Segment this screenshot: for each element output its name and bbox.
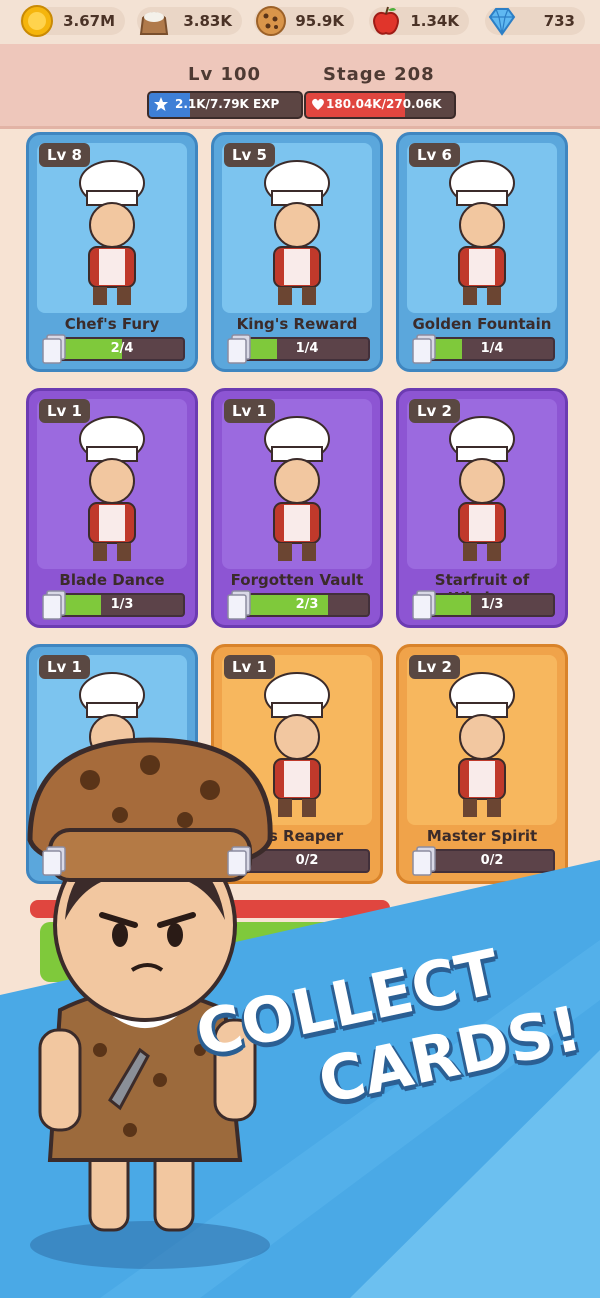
exp-text: 2.1K/7.79K EXP [175, 97, 280, 111]
skill-card[interactable]: Lv 2 Starfruit of Wisdom 1/3 [396, 388, 568, 628]
card-artwork [407, 143, 557, 313]
exp-bar: 2.1K/7.79K EXP [147, 91, 303, 119]
chef-illustration [79, 416, 145, 561]
card-level: Lv 1 [39, 655, 90, 679]
resource-apple[interactable]: 1.34K [369, 6, 469, 35]
card-stack-icon [227, 334, 251, 364]
chef-illustration [449, 160, 515, 305]
skill-card[interactable]: Lv 6 Golden Fountain 1/4 [396, 132, 568, 372]
card-progress-text: 1/4 [295, 341, 319, 356]
card-artwork [407, 655, 557, 825]
card-progress-bar: 1/4 [244, 337, 370, 361]
card-name: King's Reward [236, 315, 358, 333]
player-stats-panel: Lv 100 Stage 208 2.1K/7.79K EXP 180.04K/… [0, 44, 600, 129]
card-name: Forgotten Vault [230, 571, 364, 589]
hp-bar: 180.04K/270.06K [304, 91, 456, 119]
resource-gold[interactable]: 3.67M [20, 5, 125, 37]
card-level: Lv 5 [224, 143, 275, 167]
card-level: Lv 1 [39, 399, 90, 423]
card-progress-text: 1/4 [480, 341, 504, 356]
skill-card[interactable]: Lv 5 King's Reward 1/4 [211, 132, 383, 372]
stage-label: Stage 208 [323, 64, 435, 85]
card-stack-icon [42, 334, 66, 364]
card-level: Lv 1 [224, 399, 275, 423]
card-artwork [407, 399, 557, 569]
player-level: Lv 100 [188, 64, 262, 85]
card-artwork [222, 399, 372, 569]
card-level: Lv 8 [39, 143, 90, 167]
card-level: Lv 6 [409, 143, 460, 167]
card-name: Master Spirit [426, 827, 538, 845]
skill-card[interactable]: Lv 8 Chef's Fury 2/4 [26, 132, 198, 372]
card-progress-text: 1/3 [480, 597, 504, 612]
skill-card[interactable]: Lv 2 Master Spirit 0/2 [396, 644, 568, 884]
card-stack-icon [42, 590, 66, 620]
heart-icon [312, 98, 324, 110]
card-progress-bar: 0/2 [429, 849, 555, 873]
chef-illustration [79, 160, 145, 305]
card-stack-icon [412, 334, 436, 364]
card-stack-icon [412, 590, 436, 620]
card-artwork [37, 143, 187, 313]
card-progress-bar: 1/4 [429, 337, 555, 361]
star-icon [154, 97, 168, 111]
chef-illustration [449, 416, 515, 561]
skill-card[interactable]: Lv 1 Forgotten Vault 2/3 [211, 388, 383, 628]
apple-icon [373, 6, 399, 35]
card-stack-icon [227, 846, 251, 876]
card-progress-text: 2/3 [295, 597, 319, 612]
card-artwork [37, 399, 187, 569]
card-progress-bar: 1/3 [429, 593, 555, 617]
chef-illustration [264, 416, 330, 561]
card-artwork [222, 143, 372, 313]
diamond-icon [488, 8, 516, 36]
resource-flour[interactable]: 3.83K [137, 7, 242, 35]
card-progress-bar: 2/3 [244, 593, 370, 617]
card-progress-text: 0/2 [480, 853, 504, 868]
resource-value: 95.9K [295, 12, 344, 30]
card-name: Golden Fountain [412, 315, 552, 333]
gold-coin-icon [21, 5, 53, 37]
card-progress-bar: 2/4 [59, 337, 185, 361]
card-level: Lv 2 [409, 655, 460, 679]
card-name: Chef's Fury [64, 315, 160, 333]
hp-text: 180.04K/270.06K [326, 97, 442, 111]
card-stack-icon [227, 590, 251, 620]
card-progress-text: 2/4 [110, 341, 134, 356]
card-level: Lv 2 [409, 399, 460, 423]
resource-value: 1.34K [410, 12, 459, 30]
flour-sack-icon [139, 12, 169, 35]
skill-card[interactable]: Lv 1 Blade Dance 1/3 [26, 388, 198, 628]
resource-diamond[interactable]: 733 [485, 7, 585, 36]
card-name: Blade Dance [59, 571, 165, 589]
resource-cookie[interactable]: 95.9K [254, 6, 354, 36]
card-progress-text: 1/3 [110, 597, 134, 612]
card-stack-icon [42, 846, 66, 876]
resource-value: 3.67M [63, 12, 115, 30]
card-stack-icon [412, 846, 436, 876]
resource-value: 733 [543, 12, 575, 30]
card-progress-bar: 1/3 [59, 593, 185, 617]
chef-illustration [264, 160, 330, 305]
chef-illustration [449, 672, 515, 817]
card-level: Lv 1 [224, 655, 275, 679]
cookie-icon [256, 6, 286, 36]
resource-value: 3.83K [183, 12, 232, 30]
resource-bar: 3.67M 3.83K 95.9K 1.34K 733 [0, 0, 600, 44]
